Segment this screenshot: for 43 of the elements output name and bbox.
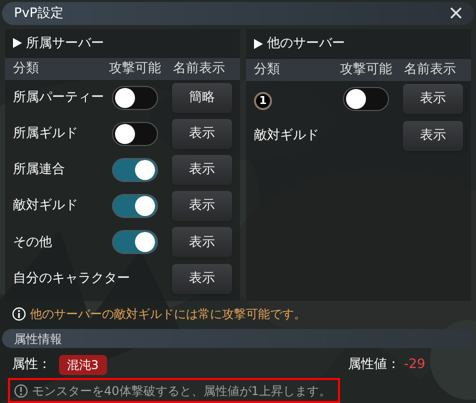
display-button[interactable]: 表示 xyxy=(172,191,232,222)
section-title: 属性情報 xyxy=(14,330,62,348)
notice-text: 他のサーバーの敵対ギルドには常に攻撃可能です。 xyxy=(30,306,306,324)
display-button[interactable]: 表示 xyxy=(172,155,232,186)
column-header: 名前表示 xyxy=(172,60,226,78)
triangle-icon xyxy=(254,38,263,49)
toggle-switch[interactable] xyxy=(343,87,389,112)
attribute-tag: 混沌3 xyxy=(59,354,107,375)
attribute-label: 属性： xyxy=(12,356,51,374)
section-heading: 所属サーバー xyxy=(26,34,104,53)
toggle-switch[interactable] xyxy=(112,194,158,218)
close-icon[interactable] xyxy=(450,7,462,20)
display-button[interactable]: 表示 xyxy=(172,264,232,294)
info-icon xyxy=(12,307,26,322)
category-label: 敵対ギルド xyxy=(13,197,79,216)
category-label: 敵対ギルド xyxy=(254,127,320,146)
triangle-icon xyxy=(13,38,22,48)
toggle-switch[interactable] xyxy=(112,86,158,110)
display-button[interactable]: 表示 xyxy=(172,227,232,258)
category-label: 所属連合 xyxy=(13,161,66,180)
toggle-switch[interactable] xyxy=(112,230,158,254)
category-label: 所属パーティー xyxy=(13,88,104,107)
hint-text: モンスターを40体撃破すると、属性値が1上昇します。 xyxy=(32,382,331,400)
display-button[interactable]: 表示 xyxy=(403,84,463,114)
display-button[interactable]: 簡略 xyxy=(172,82,232,113)
attribute-value-label: 属性値： xyxy=(348,356,400,374)
window-title: PvP設定 xyxy=(14,4,64,23)
display-button[interactable]: 表示 xyxy=(172,118,232,149)
category-label: 所属ギルド xyxy=(13,125,79,144)
category-label: その他 xyxy=(13,234,53,252)
number-badge: 1 xyxy=(254,92,272,110)
column-header: 攻撃可能 xyxy=(339,60,393,79)
section-heading: 他のサーバー xyxy=(267,34,345,53)
category-label: 自分のキャラクター xyxy=(13,270,131,288)
column-header: 分類 xyxy=(254,60,281,79)
toggle-switch[interactable] xyxy=(112,158,158,182)
display-button[interactable]: 表示 xyxy=(403,121,463,152)
exclamation-icon xyxy=(14,384,28,398)
toggle-switch[interactable] xyxy=(112,122,158,146)
attribute-value: -29 xyxy=(404,356,426,374)
column-header: 分類 xyxy=(13,60,40,78)
column-header: 名前表示 xyxy=(403,60,457,79)
column-header: 攻撃可能 xyxy=(108,60,162,78)
